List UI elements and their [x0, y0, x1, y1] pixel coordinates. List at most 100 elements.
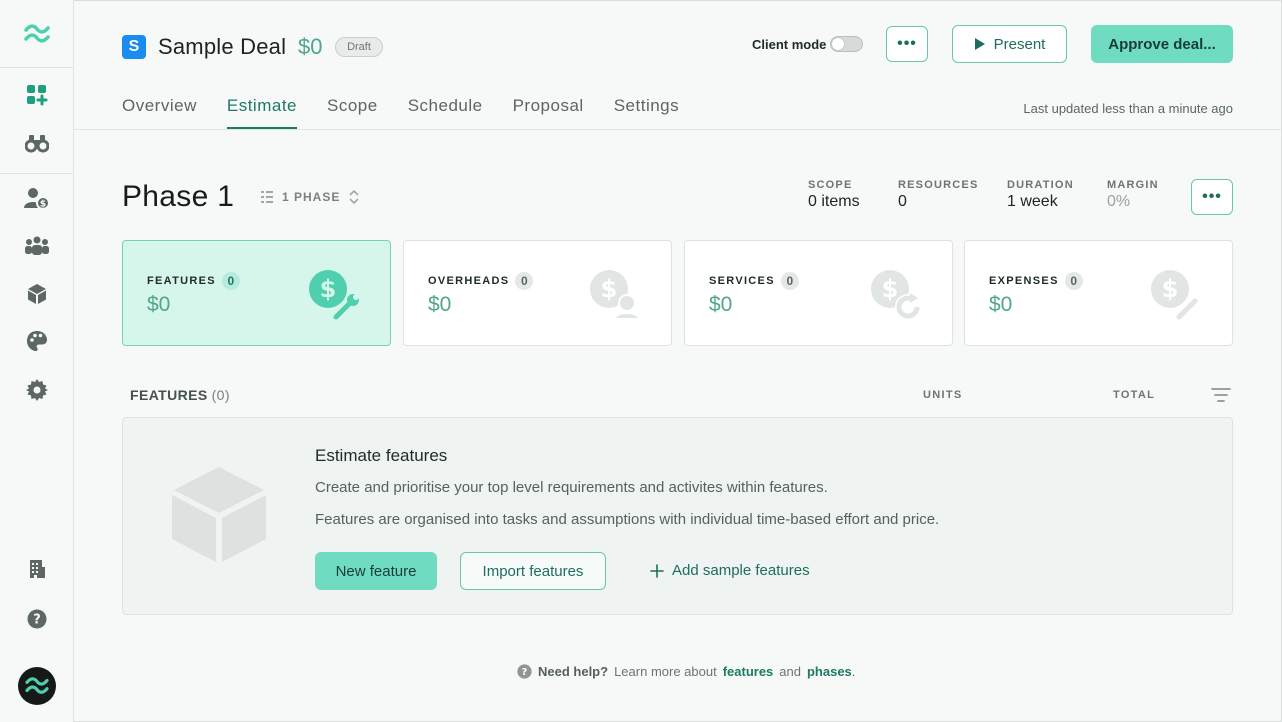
- features-heading: FEATURES (0): [130, 387, 230, 403]
- sidebar-item-team[interactable]: [23, 232, 51, 260]
- phase-picker[interactable]: 1 PHASE: [260, 188, 360, 206]
- phase-more-button[interactable]: •••: [1191, 179, 1233, 215]
- tab-overview[interactable]: Overview: [122, 96, 197, 129]
- card-label-row: SERVICES 0: [709, 272, 799, 290]
- app-logo[interactable]: [0, 0, 74, 68]
- sidebar-divider: [0, 173, 74, 174]
- present-label: Present: [993, 35, 1046, 53]
- tab-scope[interactable]: Scope: [327, 96, 378, 129]
- phase-title: Phase 1: [122, 180, 235, 213]
- card-expenses[interactable]: EXPENSES 0 $0 $: [964, 240, 1233, 346]
- client-mode-toggle[interactable]: [830, 36, 863, 52]
- stat-label: DURATION: [1007, 179, 1074, 191]
- sidebar-item-explore[interactable]: [23, 129, 51, 157]
- card-overheads[interactable]: OVERHEADS 0 $0 $: [403, 240, 672, 346]
- more-icon: •••: [1202, 188, 1222, 205]
- tab-settings[interactable]: Settings: [614, 96, 679, 129]
- header-divider: [74, 129, 1282, 130]
- svg-text:$: $: [601, 275, 618, 303]
- card-label-row: OVERHEADS 0: [428, 272, 534, 290]
- card-label: SERVICES: [709, 275, 775, 287]
- card-label: EXPENSES: [989, 275, 1059, 287]
- card-label-row: FEATURES 0: [147, 272, 240, 290]
- features-count: (0): [211, 387, 230, 403]
- svg-text:$: $: [40, 200, 46, 210]
- card-label: FEATURES: [147, 275, 216, 287]
- column-header-total[interactable]: TOTAL: [1113, 389, 1155, 401]
- help-end: .: [851, 664, 856, 679]
- deal-value: $0: [298, 34, 323, 59]
- column-header-units[interactable]: UNITS: [923, 389, 963, 401]
- help-lead: Need help?: [538, 664, 609, 679]
- user-dollar-icon: $: [24, 188, 50, 210]
- stat-value: 0%: [1107, 193, 1131, 210]
- import-features-button[interactable]: Import features: [460, 552, 606, 590]
- tab-proposal[interactable]: Proposal: [513, 96, 584, 129]
- cube-icon: [28, 284, 46, 304]
- play-icon: [974, 38, 985, 50]
- empty-state-description: Features are organised into tasks and as…: [315, 511, 940, 528]
- stat-margin: MARGIN 0%: [1107, 179, 1159, 211]
- filter-icon[interactable]: [1211, 387, 1231, 403]
- phases-help-link[interactable]: phases: [807, 664, 852, 679]
- approve-deal-button[interactable]: Approve deal...: [1091, 25, 1233, 63]
- building-icon: [30, 560, 45, 578]
- tab-estimate[interactable]: Estimate: [226, 96, 298, 129]
- present-button[interactable]: Present: [952, 25, 1067, 63]
- sidebar-item-rates[interactable]: $: [23, 184, 51, 212]
- card-features[interactable]: FEATURES 0 $0 $: [122, 240, 391, 346]
- card-value: $0: [709, 293, 733, 316]
- chevron-updown-icon: [349, 189, 359, 205]
- add-sample-features-button[interactable]: Add sample features: [650, 562, 810, 579]
- card-services[interactable]: SERVICES 0 $0 $: [684, 240, 953, 346]
- count-badge: 0: [1064, 272, 1083, 290]
- sidebar-item-branding[interactable]: [23, 327, 51, 355]
- deal-title[interactable]: Sample Deal: [158, 34, 286, 60]
- stat-resources: RESOURCES 0: [898, 179, 978, 211]
- grid-plus-icon: [27, 85, 48, 106]
- stat-scope: SCOPE 0 items: [808, 179, 860, 211]
- help-circle-icon: ?: [27, 609, 47, 629]
- sidebar-item-settings[interactable]: [23, 376, 51, 404]
- list-icon: [261, 191, 273, 203]
- card-value: $0: [428, 293, 452, 316]
- plus-icon: [650, 563, 664, 578]
- dollar-wrench-icon: $: [309, 270, 359, 322]
- help-footer: ? Need help? Learn more about features a…: [517, 664, 855, 679]
- toggle-knob: [832, 38, 844, 50]
- sidebar-item-company[interactable]: [23, 555, 51, 583]
- palette-icon: [27, 331, 47, 351]
- new-feature-button[interactable]: New feature: [315, 552, 437, 590]
- add-sample-label: Add sample features: [672, 562, 810, 579]
- stat-value: 1 week: [1007, 193, 1058, 210]
- svg-text:$: $: [1162, 275, 1179, 303]
- sidebar: $ ?: [0, 0, 74, 722]
- sidebar-item-help[interactable]: ?: [23, 605, 51, 633]
- count-badge: 0: [221, 272, 240, 290]
- sidebar-item-deals[interactable]: [23, 81, 51, 109]
- last-updated-text: Last updated less than a minute ago: [1023, 101, 1233, 116]
- card-label-row: EXPENSES 0: [989, 272, 1083, 290]
- tab-schedule[interactable]: Schedule: [408, 96, 483, 129]
- status-badge: Draft: [335, 37, 383, 57]
- stat-label: MARGIN: [1107, 179, 1159, 191]
- wave-logo-icon: [25, 677, 49, 694]
- stat-label: SCOPE: [808, 179, 853, 191]
- client-mode-label: Client mode: [752, 37, 827, 52]
- sidebar-item-products[interactable]: [23, 280, 51, 308]
- user-avatar[interactable]: [18, 667, 56, 705]
- card-value: $0: [147, 293, 171, 316]
- help-circle-icon: ?: [517, 664, 532, 679]
- features-title: FEATURES: [130, 387, 208, 403]
- deal-more-button[interactable]: •••: [886, 26, 928, 62]
- gear-icon: [26, 379, 48, 401]
- empty-state-description: Create and prioritise your top level req…: [315, 479, 828, 496]
- stat-value: 0: [898, 193, 907, 210]
- count-badge: 0: [515, 272, 534, 290]
- features-empty-state: Estimate features Create and prioritise …: [122, 417, 1233, 615]
- phase-picker-label: 1 PHASE: [282, 190, 341, 204]
- svg-text:$: $: [320, 275, 337, 303]
- more-icon: •••: [897, 35, 917, 52]
- features-help-link[interactable]: features: [723, 664, 774, 679]
- help-text: Learn more about: [614, 664, 717, 679]
